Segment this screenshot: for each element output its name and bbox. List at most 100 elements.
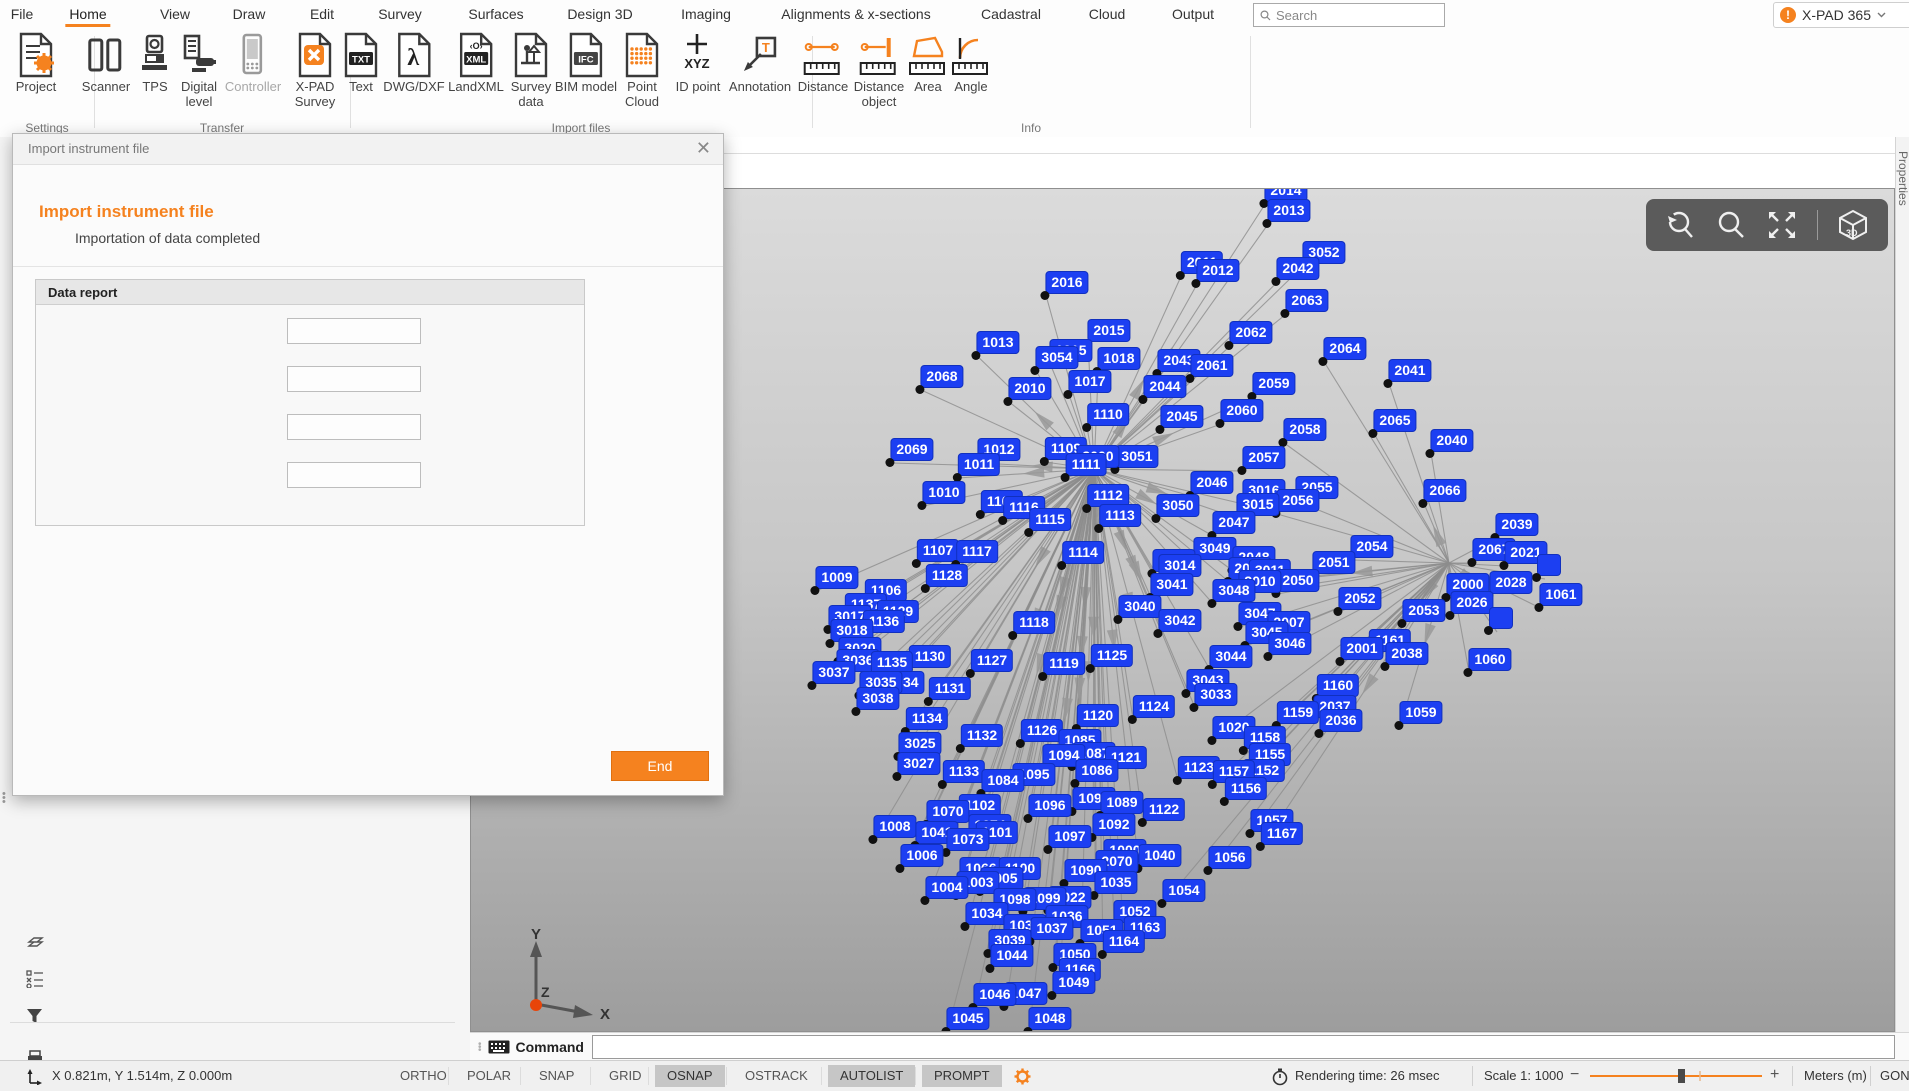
menu-item-alignments-x-sections[interactable]: Alignments & x-sections xyxy=(781,6,930,22)
ribbon-button-annotation[interactable]: TAnnotation xyxy=(729,32,791,94)
survey-point-1070[interactable]: 1070 xyxy=(926,800,969,823)
survey-point-2047[interactable]: 2047 xyxy=(1212,511,1255,534)
survey-point-1126[interactable]: 1126 xyxy=(1021,719,1063,742)
survey-point-3033[interactable]: 3033 xyxy=(1194,683,1237,706)
survey-point-2013[interactable]: 2013 xyxy=(1267,199,1310,222)
survey-point-2052[interactable]: 2052 xyxy=(1338,587,1381,610)
survey-point-1111[interactable]: 1111 xyxy=(1066,453,1107,476)
menu-item-file[interactable]: File xyxy=(11,6,34,22)
units-selector[interactable]: Meters (m) xyxy=(1804,1068,1867,1083)
survey-point-2012[interactable]: 2012 xyxy=(1196,259,1239,282)
survey-point-2054[interactable]: 2054 xyxy=(1350,535,1393,558)
survey-point-1009[interactable]: 1009 xyxy=(815,566,858,589)
sidebar-item-layers[interactable] xyxy=(26,936,58,954)
survey-point-2060[interactable]: 2060 xyxy=(1220,399,1263,422)
status-toggle-prompt[interactable]: PROMPT xyxy=(922,1065,1002,1087)
survey-point-1131[interactable]: 1131 xyxy=(929,677,971,700)
survey-point-3051[interactable]: 3051 xyxy=(1115,445,1158,468)
survey-point-2026[interactable]: 2026 xyxy=(1450,591,1493,614)
ribbon-button-text[interactable]: TXTText xyxy=(338,32,384,94)
survey-point-2065[interactable]: 2065 xyxy=(1373,409,1416,432)
survey-point-2028[interactable]: 2028 xyxy=(1489,571,1532,594)
survey-point-1160[interactable]: 1160 xyxy=(1317,674,1359,697)
survey-point-3048[interactable]: 3048 xyxy=(1212,579,1255,602)
zoom-out-minus[interactable]: − xyxy=(1570,1066,1579,1084)
ribbon-button-survey-data[interactable]: Survey data xyxy=(508,32,554,109)
survey-point-2044[interactable]: 2044 xyxy=(1143,375,1186,398)
ribbon-button-project[interactable]: Project xyxy=(13,32,59,94)
survey-point-2063[interactable]: 2063 xyxy=(1285,289,1328,312)
sidebar-item-survey-codes[interactable] xyxy=(26,970,58,988)
survey-point-1107[interactable]: 1107 xyxy=(917,539,959,562)
survey-point-1045[interactable]: 1045 xyxy=(946,1007,989,1030)
survey-point-2042[interactable]: 2042 xyxy=(1276,257,1319,280)
survey-point-1092[interactable]: 1092 xyxy=(1092,813,1135,836)
survey-point-1128[interactable]: 1128 xyxy=(926,564,968,587)
survey-point-2053[interactable]: 2053 xyxy=(1402,599,1445,622)
survey-point-1130[interactable]: 1130 xyxy=(909,645,951,668)
ribbon-button-bim-model[interactable]: IFCBIM model xyxy=(555,32,617,94)
menu-item-output[interactable]: Output xyxy=(1172,6,1214,22)
sidebar-item-filters[interactable] xyxy=(26,1008,58,1026)
survey-point-3050[interactable]: 3050 xyxy=(1156,494,1199,517)
search-input[interactable]: Search xyxy=(1253,3,1445,27)
survey-point-1122[interactable]: 1122 xyxy=(1143,798,1185,821)
survey-point-1113[interactable]: 1113 xyxy=(1099,504,1141,527)
survey-point-1049[interactable]: 1049 xyxy=(1052,971,1095,994)
survey-point-3046[interactable]: 3046 xyxy=(1268,632,1311,655)
survey-point-2062[interactable]: 2062 xyxy=(1229,321,1272,344)
survey-point-2045[interactable]: 2045 xyxy=(1160,405,1203,428)
status-toggle-osnap[interactable]: OSNAP xyxy=(655,1065,725,1087)
survey-point-2068[interactable]: 2068 xyxy=(920,365,963,388)
survey-point-1115[interactable]: 1115 xyxy=(1029,508,1071,531)
survey-point-1117[interactable]: 1117 xyxy=(956,540,998,563)
menu-item-cloud[interactable]: Cloud xyxy=(1089,6,1126,22)
ribbon-button-dwg-dxf[interactable]: λDWG/DXF xyxy=(383,32,444,94)
survey-point-1097[interactable]: 1097 xyxy=(1048,825,1091,848)
survey-point-3042[interactable]: 3042 xyxy=(1158,609,1201,632)
survey-point-2059[interactable]: 2059 xyxy=(1252,372,1295,395)
survey-point-1119[interactable]: 1119 xyxy=(1043,652,1085,675)
survey-point-2015[interactable]: 2015 xyxy=(1087,319,1130,342)
ribbon-button-landxml[interactable]: ‹O›XMLLandXML xyxy=(448,32,504,94)
menu-item-imaging[interactable]: Imaging xyxy=(681,6,731,22)
survey-point-2069[interactable]: 2069 xyxy=(890,438,933,461)
ribbon-button-digital-level[interactable]: Digital level xyxy=(176,32,222,109)
survey-point-1061[interactable]: 1061 xyxy=(1539,583,1582,606)
survey-point-1167[interactable]: 1167 xyxy=(1261,822,1303,845)
scale-slider[interactable] xyxy=(1588,1068,1764,1084)
survey-point-1048[interactable]: 1048 xyxy=(1028,1007,1071,1030)
survey-point-3041[interactable]: 3041 xyxy=(1150,573,1193,596)
survey-point-1134[interactable]: 1134 xyxy=(906,707,948,730)
survey-point-1159[interactable]: 1159 xyxy=(1277,701,1319,724)
survey-point-2057[interactable]: 2057 xyxy=(1242,446,1285,469)
ribbon-button-controller[interactable]: Controller xyxy=(225,32,281,94)
survey-point-1156[interactable]: 1156 xyxy=(1225,777,1267,800)
survey-point-1120[interactable]: 1120 xyxy=(1077,704,1119,727)
survey-point-1006[interactable]: 1006 xyxy=(900,844,943,867)
splitter-handle-icon[interactable]: ••• xyxy=(2,792,6,804)
survey-point-1013[interactable]: 1013 xyxy=(976,331,1019,354)
survey-point-2058[interactable]: 2058 xyxy=(1283,418,1326,441)
survey-point-2016[interactable]: 2016 xyxy=(1045,271,1088,294)
survey-point-1035[interactable]: 1035 xyxy=(1094,871,1137,894)
ribbon-button-id-point[interactable]: XYZID point xyxy=(675,32,721,94)
survey-point-2010[interactable]: 2010 xyxy=(1008,377,1051,400)
survey-point-1060[interactable]: 1060 xyxy=(1468,648,1511,671)
survey-point-1125[interactable]: 1125 xyxy=(1091,644,1133,667)
survey-point-2066[interactable]: 2066 xyxy=(1423,479,1466,502)
survey-point-2064[interactable]: 2064 xyxy=(1323,337,1366,360)
ribbon-button-x-pad-survey[interactable]: X-PAD Survey xyxy=(292,32,338,109)
survey-point-1018[interactable]: 1018 xyxy=(1097,347,1140,370)
ribbon-button-tps[interactable]: TPS xyxy=(132,32,178,94)
survey-point-2040[interactable]: 2040 xyxy=(1430,429,1473,452)
survey-point-1010[interactable]: 1010 xyxy=(922,481,965,504)
survey-point-1044[interactable]: 1044 xyxy=(990,944,1033,967)
survey-point-1164[interactable]: 1164 xyxy=(1103,930,1145,953)
zoom-extents-icon[interactable] xyxy=(1765,208,1799,242)
dialog-title-bar[interactable]: Import instrument file ✕ xyxy=(13,134,723,165)
view-3d-cube-icon[interactable]: 3D xyxy=(1835,207,1871,243)
survey-point-2001[interactable]: 2001 xyxy=(1340,637,1383,660)
survey-point-1089[interactable]: 1089 xyxy=(1100,791,1143,814)
survey-point-1059[interactable]: 1059 xyxy=(1399,701,1442,724)
